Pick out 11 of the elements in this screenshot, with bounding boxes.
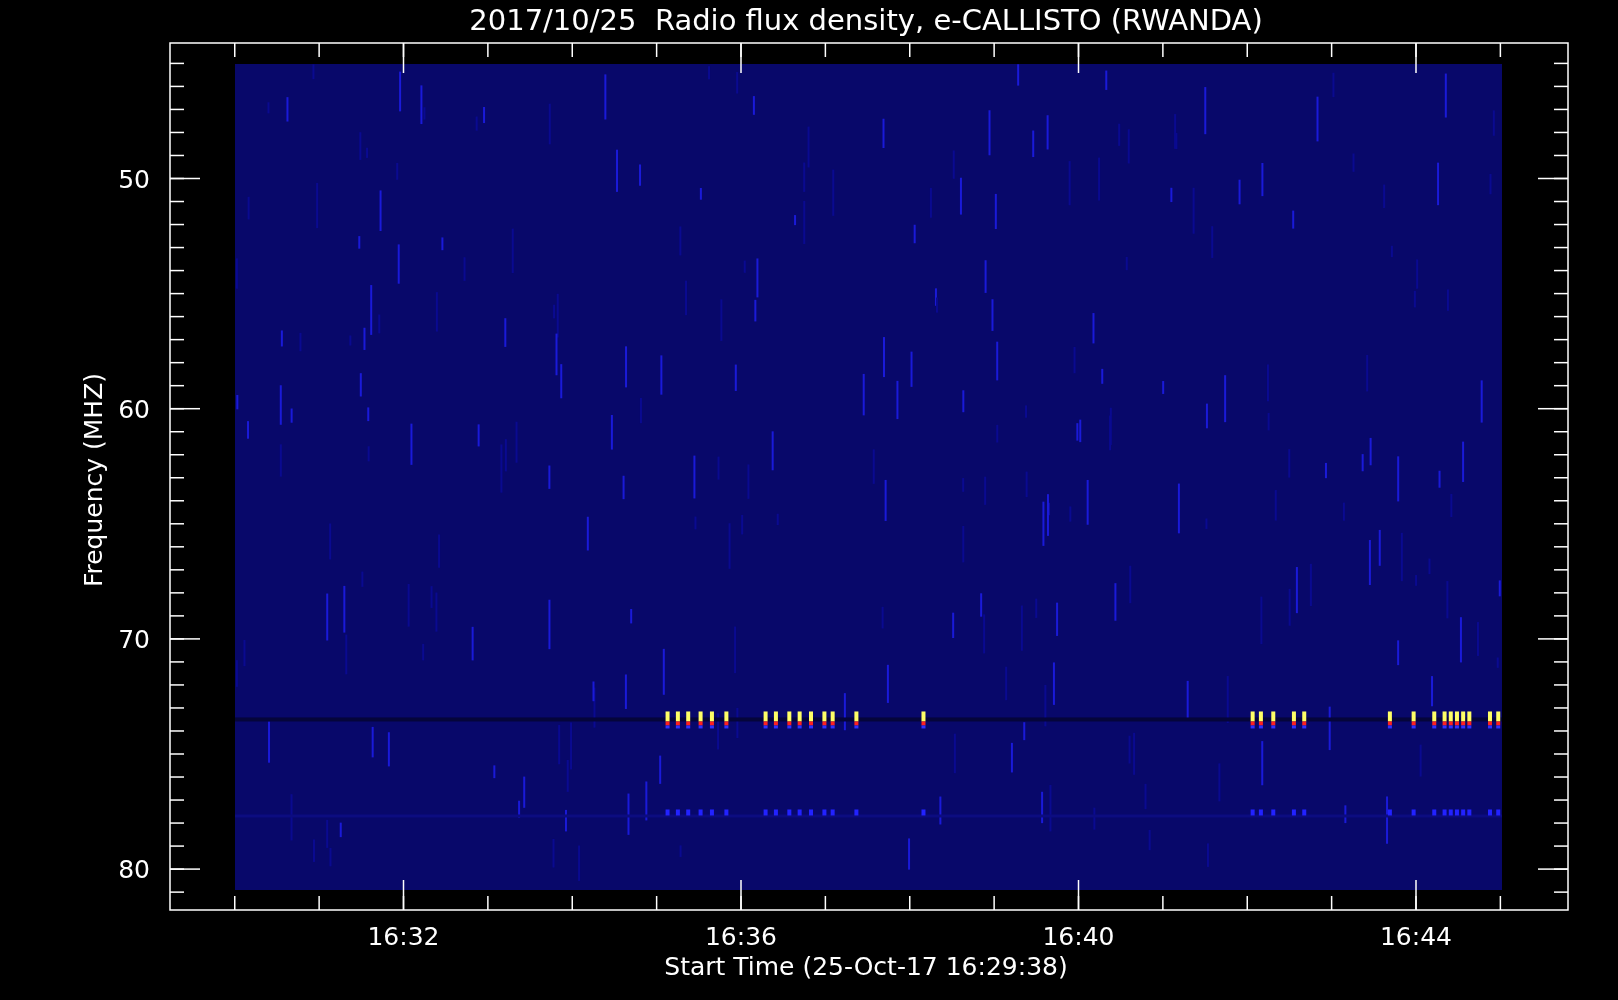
y-tick-label: 80 — [118, 855, 150, 885]
x-tick-label: 16:44 — [1380, 922, 1452, 951]
chart-title: 2017/10/25 Radio flux density, e-CALLISTO (RWANDA) — [469, 3, 1263, 37]
x-tick-label: 16:32 — [367, 922, 440, 951]
x-tick-label: 16:40 — [1042, 922, 1115, 951]
y-tick-label: 70 — [118, 624, 150, 654]
x-tick-label: 16:36 — [705, 922, 777, 951]
y-axis-label: Frequency (MHZ) — [79, 372, 108, 588]
y-tick-label: 60 — [118, 394, 150, 424]
x-axis-label: Start Time (25-Oct-17 16:29:38) — [664, 952, 1068, 981]
y-tick-label: 50 — [118, 164, 150, 194]
